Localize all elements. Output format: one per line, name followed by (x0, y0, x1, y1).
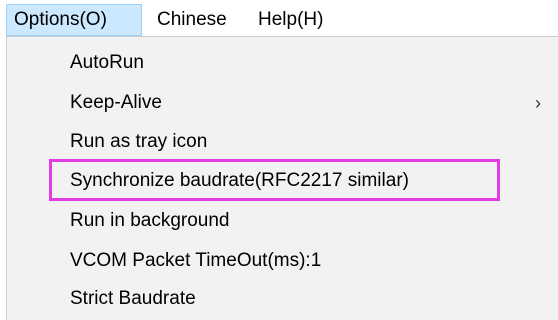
menu-item-label: Synchronize baudrate(RFC2217 similar) (70, 170, 409, 191)
menu-item-label: AutoRun (70, 52, 144, 73)
menu-item-synchronize-baudrate[interactable]: Synchronize baudrate(RFC2217 similar) (7, 161, 558, 201)
menu-help[interactable]: Help(H) (251, 4, 330, 36)
menu-item-label: VCOM Packet TimeOut(ms):1 (70, 250, 322, 271)
menu-chinese[interactable]: Chinese (150, 4, 234, 36)
menu-item-run-as-tray-icon[interactable]: Run as tray icon (7, 122, 558, 162)
menu-item-label: Run as tray icon (70, 131, 208, 152)
menu-item-label: Strict Baudrate (70, 288, 196, 309)
app-window: Options(O) Chinese Help(H) AutoRun Keep-… (0, 0, 558, 320)
menu-options[interactable]: Options(O) (6, 4, 142, 36)
menu-item-autorun[interactable]: AutoRun (7, 43, 558, 83)
submenu-chevron-icon: › (535, 93, 541, 113)
menu-item-label: Run in background (70, 210, 230, 231)
menu-item-keep-alive[interactable]: Keep-Alive › (7, 83, 558, 123)
menu-item-run-in-background[interactable]: Run in background (7, 201, 558, 241)
menu-bar: Options(O) Chinese Help(H) (0, 0, 558, 38)
options-dropdown-menu: AutoRun Keep-Alive › Run as tray icon Sy… (6, 36, 558, 320)
menu-item-label: Keep-Alive (70, 92, 162, 113)
menu-item-vcom-packet-timeout[interactable]: VCOM Packet TimeOut(ms):1 (7, 241, 558, 281)
menu-item-strict-baudrate[interactable]: Strict Baudrate (7, 279, 558, 319)
